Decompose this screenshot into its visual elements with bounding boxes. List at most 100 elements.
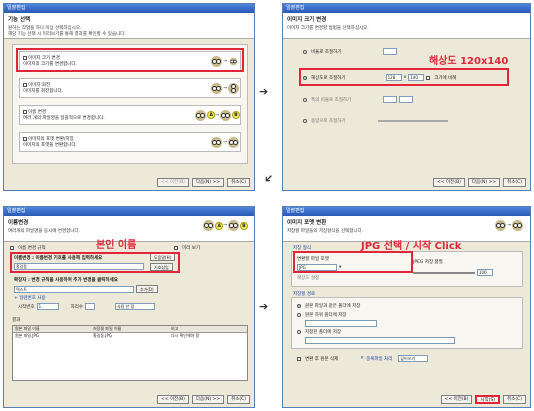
path-radio[interactable]	[297, 313, 301, 317]
cancel-button[interactable]: 취소(C)	[227, 178, 250, 187]
back-button[interactable]: << 이전(B)	[157, 178, 189, 187]
header-description: 이미지 크기를 변경할 방법을 선택하십시오.	[287, 26, 369, 31]
path-label: 원본 파일과 같은 폴더에 저장	[305, 304, 361, 309]
digit-input[interactable]	[84, 303, 95, 310]
option-rotate[interactable]: 이미지 회전 이미지를 회전합니다. →	[19, 78, 241, 98]
case-select[interactable]: 사용 안 함	[114, 303, 155, 310]
table-header: 원본 파일 이름 저장될 파일 이름 비고	[13, 326, 247, 333]
next-button[interactable]: 다음(N) >>	[191, 395, 225, 404]
back-button[interactable]: << 이전(B)	[440, 395, 473, 404]
rotate-checkbox[interactable]	[23, 82, 27, 87]
window-format: 일괄편집 이미지 포맷 변환 저장할 파일들의 저장형식을 선택합니다. → 저…	[282, 206, 531, 408]
folder-input[interactable]	[305, 337, 455, 344]
cancel-button[interactable]: 취소(C)	[503, 178, 526, 187]
overwrite-label: 변환 후 원본 삭제	[305, 356, 339, 362]
window-title: 일괄편집	[4, 207, 254, 216]
rename-checkbox[interactable]	[23, 109, 27, 114]
format-checkbox[interactable]	[23, 136, 27, 141]
resolution-annotation: 해상도 120x140	[429, 56, 509, 67]
column-header[interactable]: 저장될 파일 이름	[91, 326, 169, 332]
overwrite-checkbox[interactable]	[297, 356, 301, 361]
serial-label[interactable]: + 일련번호 사용	[14, 295, 45, 301]
format-illustration: →	[494, 220, 524, 231]
nav-buttons: << 이전(B) 다음(N) >> 취소(C)	[157, 395, 250, 404]
filesize-radio[interactable]	[303, 119, 307, 123]
next-button[interactable]: 다음(N) >>	[191, 178, 225, 187]
start-input[interactable]: 1	[36, 303, 59, 310]
option-desc: 여러 개의 파일명을 일괄적으로 변경합니다.	[23, 116, 105, 121]
header-title: 기능 선택	[8, 17, 31, 23]
next-button[interactable]: 다음(N) >>	[467, 178, 501, 187]
letter-a-icon: A	[215, 221, 224, 230]
letter-b-icon: B	[232, 111, 240, 119]
arrow-icon: →	[215, 112, 219, 118]
rule-checkbox[interactable]	[10, 246, 14, 250]
rule-label: 이름 변경 규칙	[18, 246, 46, 251]
preview-checkbox[interactable]	[174, 246, 178, 250]
path-radio[interactable]	[297, 330, 301, 334]
path-option-1[interactable]: 원본 파일과 같은 폴더에 저장	[297, 303, 360, 309]
window-feature-select: 일괄편집 기능 선택 원하는 작업을 하나 이상 선택하십시오. 해당 기능 선…	[3, 3, 255, 191]
cancel-button[interactable]: 취소(C)	[503, 395, 526, 404]
quality-label: JPEG 저장 품질	[413, 260, 443, 265]
quality-input[interactable]: 100	[477, 269, 493, 276]
preview-label: 미리 보기	[182, 246, 200, 251]
subfolder-input[interactable]	[305, 320, 377, 327]
filesize-slider[interactable]	[377, 120, 448, 122]
quality-slider[interactable]	[413, 271, 475, 274]
width-ratio-field[interactable]	[399, 96, 414, 103]
option-desc: 이미지의 포맷을 변환합니다.	[23, 143, 77, 148]
ratio-field[interactable]	[383, 48, 398, 55]
path-radio[interactable]	[297, 304, 301, 308]
start-button[interactable]: 시작(S)	[475, 395, 501, 404]
path-subfolder-field[interactable]	[305, 320, 377, 327]
option-format[interactable]: 이미지의 포맷 변환/저장 이미지의 포맷을 변환합니다. →	[19, 132, 241, 152]
start-label: 시작번호	[18, 304, 35, 310]
width-ratio-radio[interactable]	[303, 97, 307, 102]
column-header[interactable]: 원본 파일 이름	[13, 326, 91, 332]
header-title: 이미지 포맷 변환	[287, 220, 327, 226]
owl-icon	[228, 136, 239, 148]
preview-header: 미리 보기	[174, 245, 200, 251]
options-row: 변환 후 원본 삭제 ✕ 중복파일 처리 덮어쓰기	[297, 355, 429, 362]
highlight-name-rule	[10, 252, 180, 273]
owl-icon	[195, 109, 207, 121]
ratio-option[interactable]: 비율로 조절하기	[303, 48, 398, 55]
ext-add-button[interactable]: 추가(D)	[136, 285, 158, 293]
table-cell: 다시 확인해야 함	[171, 333, 200, 338]
width-ratio-option[interactable]: 폭의 비율로 조절하기	[303, 96, 414, 103]
duplicate-label: 중복파일 처리	[366, 356, 393, 362]
width-ratio-field[interactable]	[383, 96, 398, 103]
back-button[interactable]: << 이전(B)	[433, 178, 465, 187]
ext-select[interactable]: 텍스트	[14, 285, 134, 293]
serial-row: 시작번호 1 자리수 사용 안 함	[18, 303, 155, 310]
filesize-option[interactable]: 용량으로 조절하기	[303, 118, 448, 124]
window-header: 기능 선택 원하는 작업을 하나 이상 선택하십시오. 해당 기능 선택 시 미…	[4, 13, 254, 39]
path-option-2[interactable]: 원본 하위 폴더에 저장	[297, 312, 347, 318]
nav-buttons: << 이전(B) 다음(N) >> 취소(C)	[157, 178, 250, 187]
option-title: 이름 변경	[28, 110, 46, 115]
owl-icon	[228, 82, 239, 94]
option-desc: 이미지를 회전합니다.	[23, 89, 64, 94]
path-option-3[interactable]: 지정된 폴더에 저장	[297, 329, 341, 335]
letter-a-icon: A	[207, 111, 216, 119]
ratio-radio[interactable]	[303, 49, 307, 54]
column-header[interactable]: 비고	[169, 326, 247, 332]
table-row[interactable]: 원본 파일.JPG 홍길동.JPG 다시 확인해야 함	[13, 333, 247, 339]
back-button[interactable]: << 이전(B)	[157, 395, 189, 404]
ratio-label: 비율로 조절하기	[311, 49, 342, 55]
duplicate-select[interactable]: 덮어쓰기	[398, 355, 429, 362]
highlight-resolution	[299, 68, 509, 86]
cancel-button[interactable]: 취소(C)	[227, 395, 250, 404]
window-title: 일괄편집	[4, 4, 254, 13]
path-folder-field[interactable]	[305, 337, 455, 344]
table-cell: 홍길동.JPG	[93, 333, 113, 338]
rename-illustration: A → B	[202, 220, 248, 231]
path-label: 원본 하위 폴더에 저장	[305, 313, 347, 318]
arrow-icon: →	[223, 223, 227, 228]
window-title: 일괄편집	[283, 4, 530, 13]
rule-header: 이름 변경 규칙	[10, 245, 46, 251]
nav-buttons: << 이전(B) 시작(S) 취소(C)	[440, 395, 526, 404]
option-rename[interactable]: 이름 변경 여러 개의 파일명을 일괄적으로 변경합니다. A → B	[19, 105, 241, 125]
result-table: 원본 파일 이름 저장될 파일 이름 비고 원본 파일.JPG 홍길동.JPG …	[12, 325, 248, 381]
